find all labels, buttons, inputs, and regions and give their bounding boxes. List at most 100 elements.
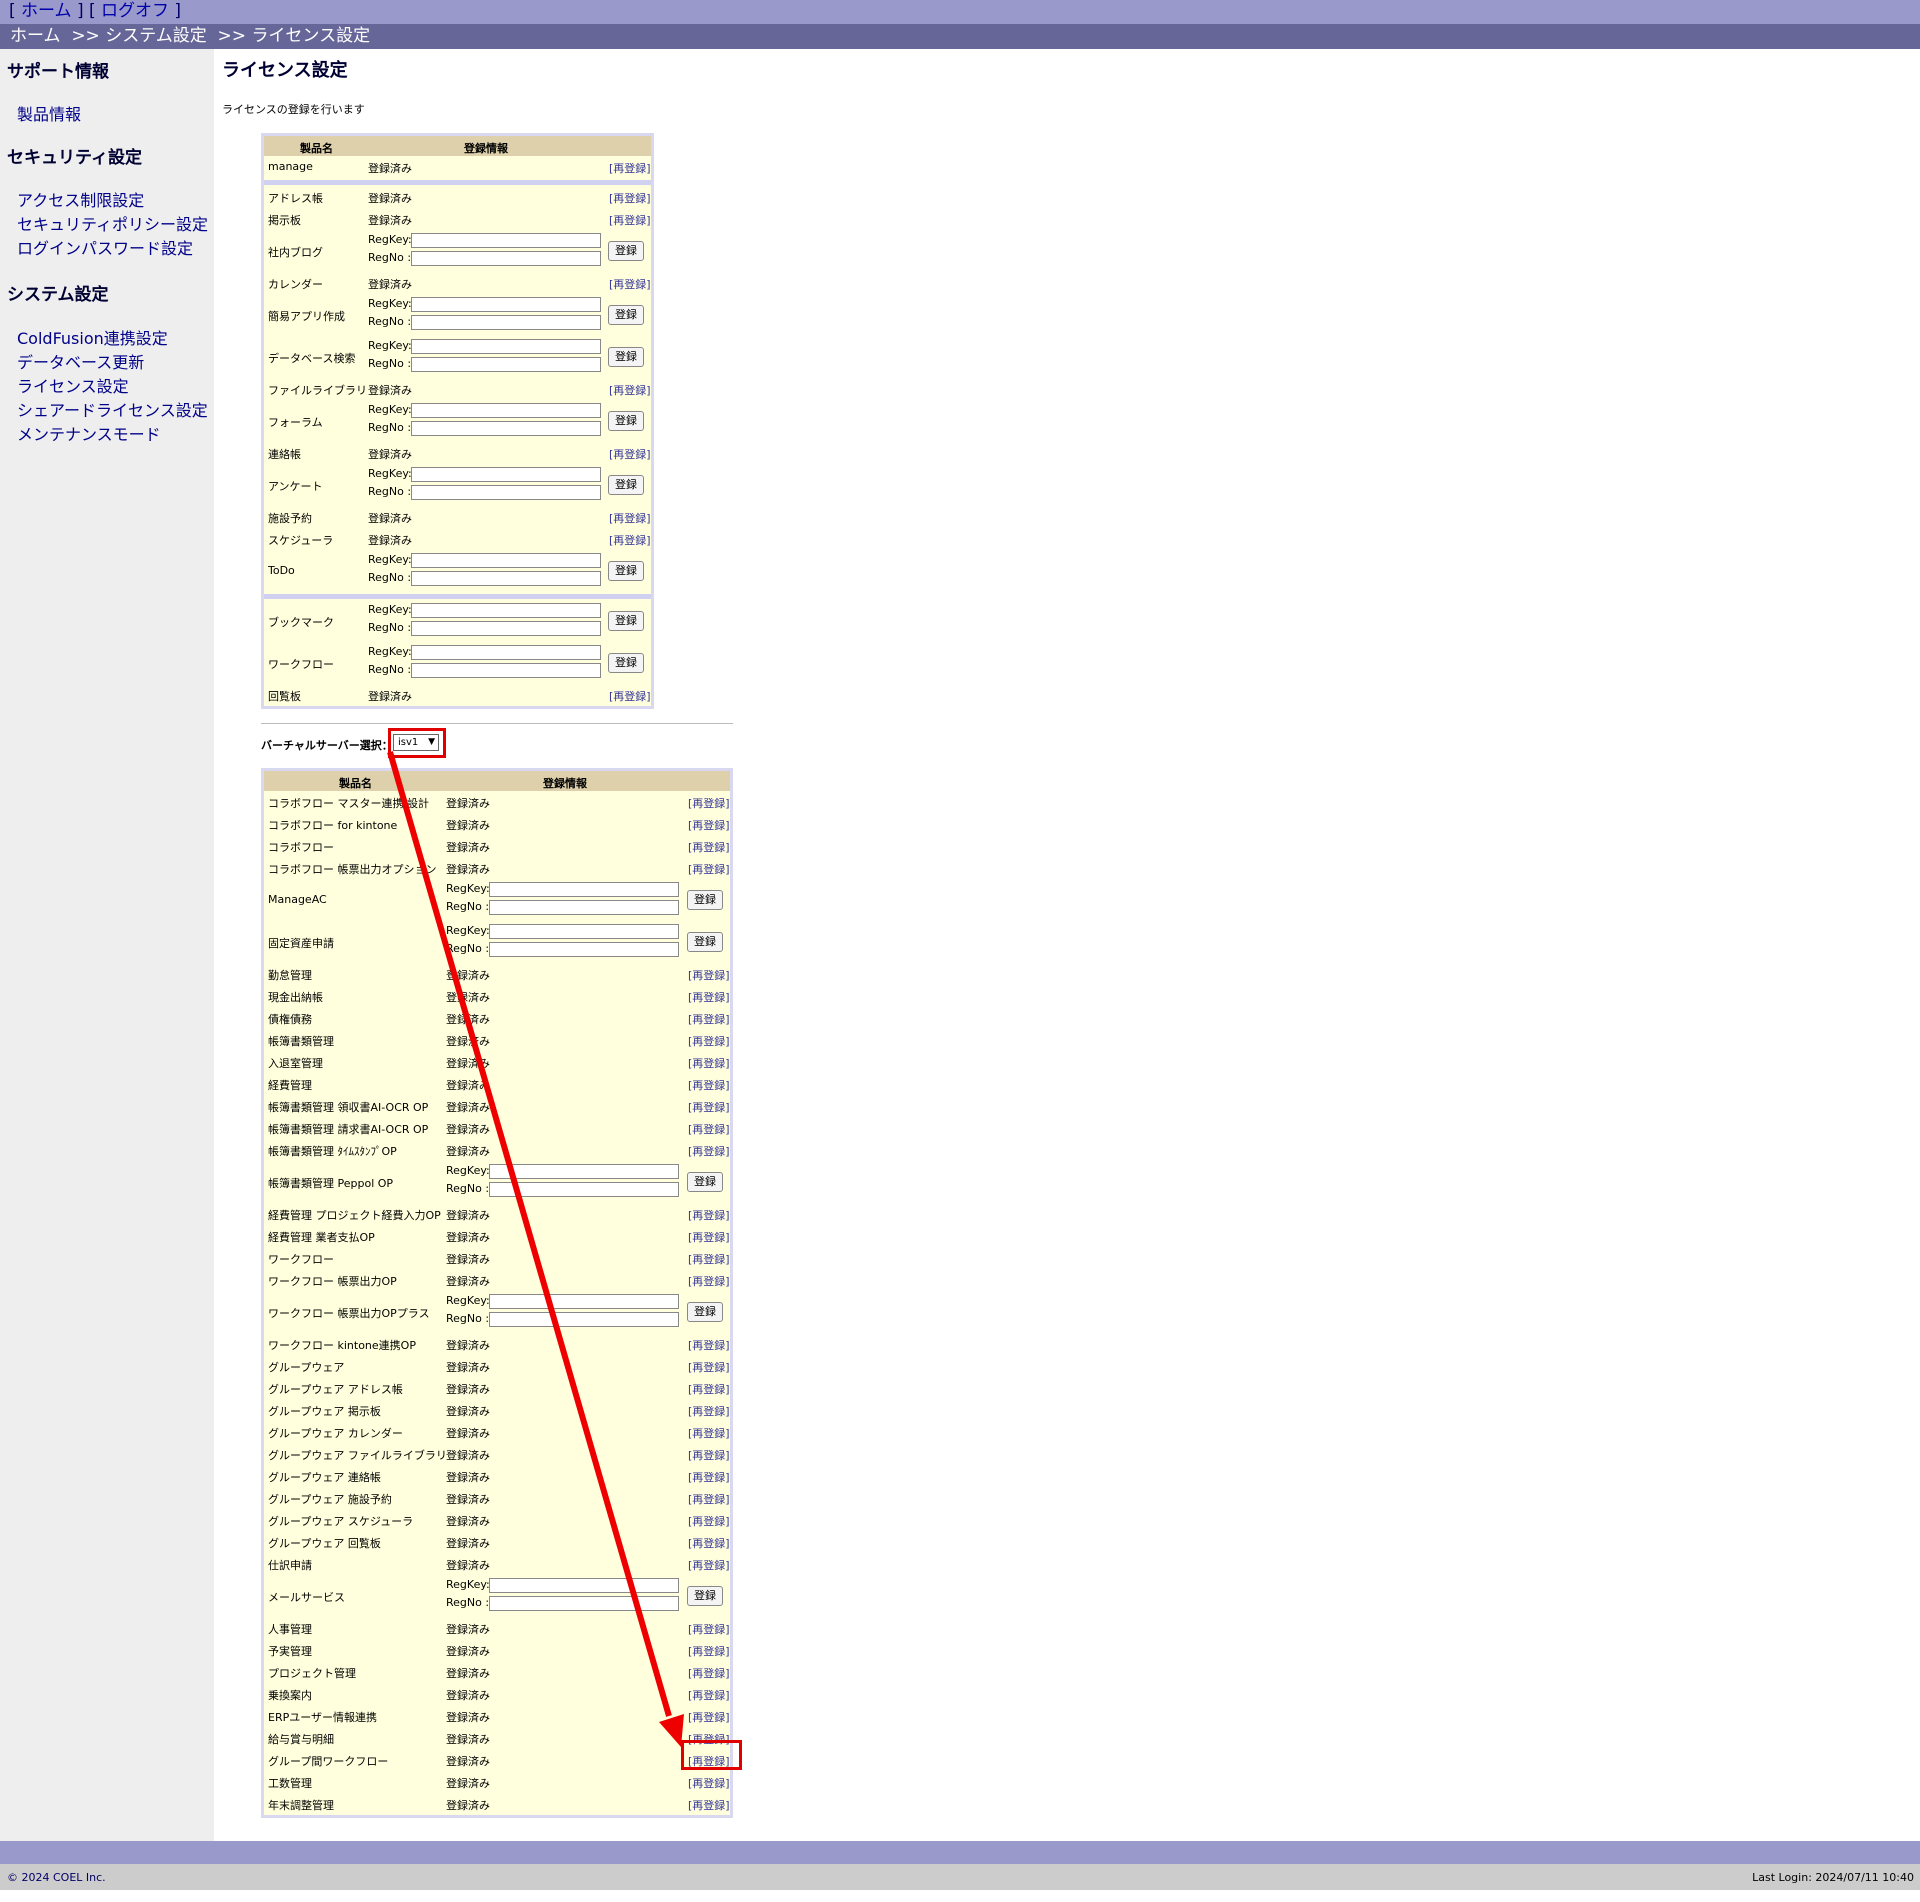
regkey-input[interactable]: [489, 1294, 679, 1309]
reregister-link[interactable]: [再登録]: [688, 1447, 730, 1463]
reregister-link[interactable]: [再登録]: [688, 1469, 730, 1485]
register-button[interactable]: 登録: [687, 1302, 723, 1322]
reregister-link[interactable]: [再登録]: [609, 190, 651, 206]
register-button[interactable]: 登録: [608, 611, 644, 631]
regkey-input[interactable]: [411, 467, 601, 482]
reregister-link[interactable]: [再登録]: [688, 1251, 730, 1267]
reregister-link[interactable]: [再登録]: [688, 1687, 730, 1703]
reregister-link[interactable]: [再登録]: [609, 276, 651, 292]
register-button[interactable]: 登録: [687, 1586, 723, 1606]
reregister-link[interactable]: [再登録]: [688, 1121, 730, 1137]
sidebar-item-license[interactable]: ライセンス設定: [17, 373, 129, 397]
register-button[interactable]: 登録: [608, 561, 644, 581]
register-button[interactable]: 登録: [608, 305, 644, 325]
sidebar: サポート情報 製品情報 セキュリティ設定 アクセス制限設定 セキュリティポリシー…: [0, 49, 214, 1841]
sidebar-item-security-policy[interactable]: セキュリティポリシー設定: [17, 211, 208, 235]
regno-input[interactable]: [411, 421, 601, 436]
register-button[interactable]: 登録: [687, 932, 723, 952]
reregister-link[interactable]: [再登録]: [688, 1775, 730, 1791]
reregister-link[interactable]: [再登録]: [688, 1535, 730, 1551]
regkey-input[interactable]: [489, 924, 679, 939]
reregister-link[interactable]: [再登録]: [688, 1425, 730, 1441]
reregister-link[interactable]: [再登録]: [688, 1207, 730, 1223]
reregister-link[interactable]: [再登録]: [688, 1621, 730, 1637]
reregister-link[interactable]: [再登録]: [688, 1011, 730, 1027]
regkey-input[interactable]: [411, 553, 601, 568]
reregister-link[interactable]: [再登録]: [688, 1557, 730, 1573]
reregister-link[interactable]: [再登録]: [688, 1643, 730, 1659]
register-button[interactable]: 登録: [687, 890, 723, 910]
register-button[interactable]: 登録: [608, 653, 644, 673]
register-button[interactable]: 登録: [608, 347, 644, 367]
reregister-link[interactable]: [再登録]: [688, 989, 730, 1005]
table-row: メールサービス RegKey: RegNo : 登録: [264, 1575, 730, 1617]
reregister-link[interactable]: [再登録]: [688, 861, 730, 877]
sidebar-item-database-update[interactable]: データベース更新: [17, 349, 144, 373]
reregister-link[interactable]: [再登録]: [688, 1359, 730, 1375]
regno-input[interactable]: [489, 1596, 679, 1611]
register-button[interactable]: 登録: [608, 241, 644, 261]
regno-input[interactable]: [411, 251, 601, 266]
reregister-link[interactable]: [再登録]: [688, 1055, 730, 1071]
regno-input[interactable]: [411, 663, 601, 678]
reregister-link[interactable]: [再登録]: [688, 1229, 730, 1245]
regkey-input[interactable]: [411, 297, 601, 312]
reregister-link[interactable]: [再登録]: [688, 1143, 730, 1159]
reregister-link[interactable]: [再登録]: [688, 817, 730, 833]
regno-input[interactable]: [411, 357, 601, 372]
regkey-input[interactable]: [411, 645, 601, 660]
reregister-link[interactable]: [再登録]: [688, 1337, 730, 1353]
regno-input[interactable]: [411, 571, 601, 586]
regkey-label: RegKey:: [446, 1164, 490, 1177]
reregister-link[interactable]: [再登録]: [609, 510, 651, 526]
reregister-link[interactable]: [再登録]: [688, 1099, 730, 1115]
sidebar-item-coldfusion[interactable]: ColdFusion連携設定: [17, 325, 168, 349]
regkey-input[interactable]: [489, 1164, 679, 1179]
register-button[interactable]: 登録: [608, 411, 644, 431]
regkey-input[interactable]: [411, 233, 601, 248]
reregister-link[interactable]: [再登録]: [609, 446, 651, 462]
reregister-link[interactable]: [再登録]: [688, 1513, 730, 1529]
reregister-link[interactable]: [再登録]: [688, 1797, 730, 1813]
regno-input[interactable]: [411, 485, 601, 500]
reregister-link[interactable]: [再登録]: [688, 1403, 730, 1419]
regno-input[interactable]: [489, 942, 679, 957]
reregister-link[interactable]: [再登録]: [609, 212, 651, 228]
reregister-link[interactable]: [再登録]: [688, 1709, 730, 1725]
reregister-link[interactable]: [再登録]: [688, 1491, 730, 1507]
regkey-input[interactable]: [411, 339, 601, 354]
sidebar-item-login-password[interactable]: ログインパスワード設定: [17, 235, 193, 259]
reregister-link[interactable]: [再登録]: [688, 1381, 730, 1397]
regno-input[interactable]: [489, 1182, 679, 1197]
reregister-link[interactable]: [再登録]: [609, 688, 651, 704]
sidebar-item-product-info[interactable]: 製品情報: [17, 101, 81, 125]
reregister-link[interactable]: [再登録]: [609, 382, 651, 398]
register-button[interactable]: 登録: [687, 1172, 723, 1192]
regkey-input[interactable]: [411, 403, 601, 418]
breadcrumb-home[interactable]: ホーム: [10, 26, 61, 46]
regkey-input[interactable]: [489, 1578, 679, 1593]
reregister-link[interactable]: [再登録]: [688, 795, 730, 811]
reregister-link[interactable]: [再登録]: [688, 1665, 730, 1681]
reregister-link[interactable]: [再登録]: [688, 839, 730, 855]
reregister-link[interactable]: [再登録]: [609, 160, 651, 176]
regkey-input[interactable]: [489, 882, 679, 897]
regno-input[interactable]: [489, 1312, 679, 1327]
regno-input[interactable]: [411, 315, 601, 330]
sidebar-item-access-restriction[interactable]: アクセス制限設定: [17, 187, 144, 211]
register-button[interactable]: 登録: [608, 475, 644, 495]
regno-input[interactable]: [411, 621, 601, 636]
reregister-link[interactable]: [再登録]: [609, 532, 651, 548]
table-row: 帳簿書類管理 領収書AI-OCR OP 登録済み [再登録]: [264, 1095, 730, 1117]
home-link[interactable]: ホーム: [21, 1, 72, 21]
reregister-link[interactable]: [再登録]: [688, 1077, 730, 1093]
breadcrumb-system[interactable]: システム設定: [105, 26, 207, 46]
reregister-link[interactable]: [再登録]: [688, 967, 730, 983]
regkey-input[interactable]: [411, 603, 601, 618]
reregister-link[interactable]: [再登録]: [688, 1273, 730, 1289]
logoff-link[interactable]: ログオフ: [101, 1, 169, 21]
reregister-link[interactable]: [再登録]: [688, 1033, 730, 1049]
sidebar-item-maintenance[interactable]: メンテナンスモード: [17, 421, 161, 445]
regno-input[interactable]: [489, 900, 679, 915]
sidebar-item-shared-license[interactable]: シェアードライセンス設定: [17, 397, 208, 421]
